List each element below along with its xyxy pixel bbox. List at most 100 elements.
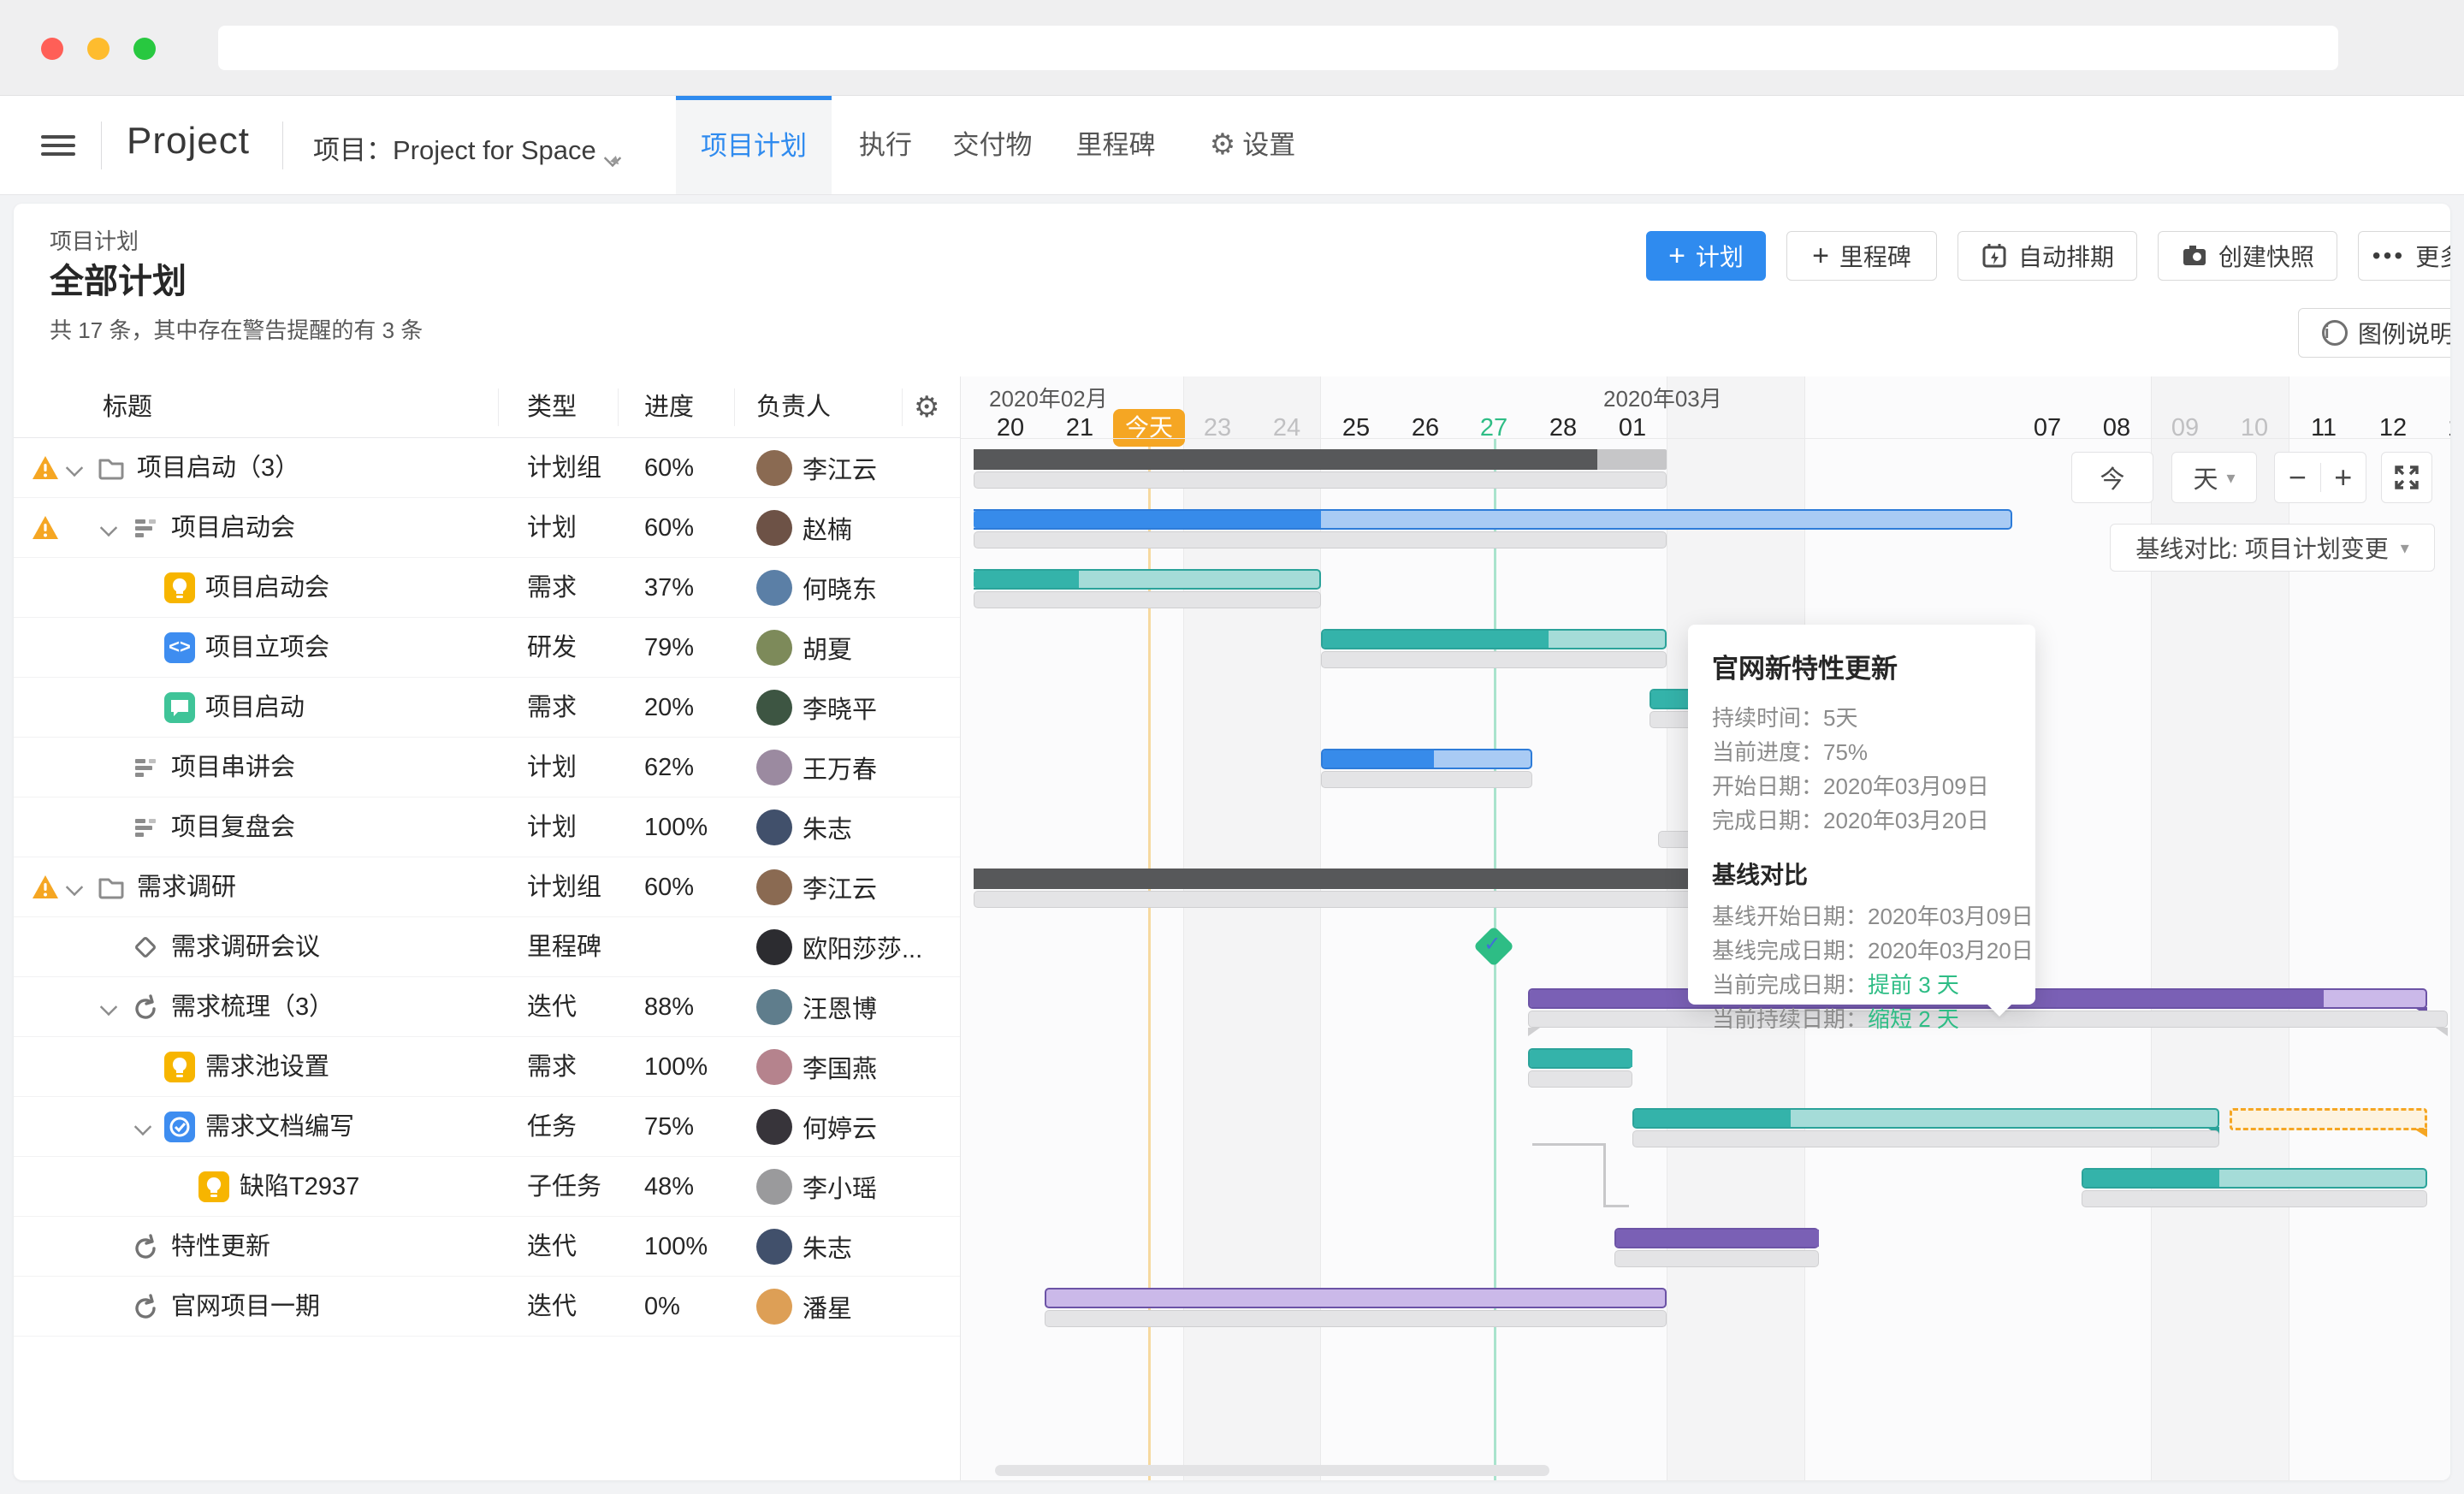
table-row[interactable]: 需求梳理（3）迭代88%汪恩博 [14,977,960,1037]
task-type: 需求 [527,558,577,618]
task-title[interactable]: 官网项目一期 [171,1277,320,1337]
gantt-bar[interactable] [1045,1288,1667,1308]
bar-progress [1634,1110,1791,1127]
task-title[interactable]: 缺陷T2937 [240,1157,359,1217]
tab-settings[interactable]: ⚙设置 [1193,96,1312,194]
avatar [756,809,792,845]
tab-deliverables[interactable]: 交付物 [948,96,1037,194]
tab-execute[interactable]: 执行 [856,96,915,194]
task-progress: 100% [644,1037,708,1097]
task-type: 计划 [527,797,577,857]
add-milestone-button[interactable]: +里程碑 [1786,231,1937,281]
menu-icon[interactable] [41,130,75,161]
table-settings-gear-icon[interactable]: ⚙ [914,376,939,438]
task-progress: 79% [644,618,694,678]
milestone-diamond[interactable]: ✓ [1473,926,1514,967]
owner-name: 朱志 [803,1229,852,1265]
task-title[interactable]: 需求调研 [137,857,236,917]
zoom-out-button[interactable]: − [2275,459,2320,495]
table-row[interactable]: 需求池设置需求100%李国燕 [14,1037,960,1097]
dependency-connector [1603,1143,1606,1205]
chevron-down-icon[interactable] [66,459,83,477]
tab-project-plan[interactable]: 项目计划 [676,96,832,194]
task-progress: 100% [644,797,708,857]
table-row[interactable]: 项目启动（3）计划组60%李江云 [14,438,960,498]
chevron-down-icon: ▾ [2226,467,2235,489]
table-row[interactable]: 项目启动会计划60%赵楠 [14,498,960,558]
chevron-down-icon[interactable] [134,1118,151,1135]
task-title[interactable]: 需求梳理（3） [171,977,334,1037]
zoom-in-button[interactable]: + [2320,459,2366,495]
table-row[interactable]: 需求文档编写任务75%何婷云 [14,1097,960,1157]
project-selector[interactable]: 项目：Project for Space▾ [313,128,596,167]
create-snapshot-button[interactable]: 创建快照 [2158,231,2337,281]
gantt-bar[interactable] [1528,1048,1632,1069]
table-row[interactable]: <>项目立项会研发79%胡夏 [14,618,960,678]
fullscreen-button[interactable] [2381,452,2432,503]
delay-warning-bar[interactable] [2230,1108,2427,1130]
gantt-bar[interactable] [1321,749,1532,769]
warning-icon [31,454,60,482]
task-title[interactable]: 项目串讲会 [171,738,295,797]
avatar [756,869,792,905]
task-title[interactable]: 特性更新 [171,1217,270,1277]
table-row[interactable]: 项目启动会 需求 37% 何晓东 [14,558,960,618]
table-row[interactable]: 特性更新 迭代 100% 朱志 [14,1217,960,1277]
gantt-bar[interactable] [1632,1108,2219,1129]
demand-icon [164,572,195,603]
warning-icon [31,874,60,901]
horizontal-scrollbar[interactable] [995,1465,1549,1476]
gantt-group-bar[interactable] [974,449,1667,470]
task-title[interactable]: 项目启动会 [205,558,329,618]
scale-select[interactable]: 天▾ [2171,452,2257,503]
window-close-button[interactable] [41,38,63,60]
gantt-bar[interactable] [1321,629,1667,649]
add-plan-button[interactable]: +计划 [1646,231,1766,281]
more-button[interactable]: •••更多 [2358,231,2450,281]
delay-warning-tail [2414,1129,2427,1137]
month-label: 2020年02月 [989,382,1108,413]
owner-name: 王万春 [803,750,877,786]
chevron-down-icon[interactable] [66,879,83,896]
task-title[interactable]: 项目复盘会 [171,797,295,857]
table-row[interactable]: 项目复盘会计划100%朱志 [14,797,960,857]
plan-icon [130,752,161,783]
table-row[interactable]: 项目串讲会计划62%王万春 [14,738,960,797]
task-type: 迭代 [527,1217,577,1277]
owner-name: 何晓东 [803,570,877,606]
iteration-icon [130,1231,161,1262]
gantt-bar[interactable] [1614,1228,1819,1248]
task-title[interactable]: 需求调研会议 [171,917,320,977]
task-title[interactable]: 项目立项会 [205,618,329,678]
task-title[interactable]: 需求池设置 [205,1037,329,1097]
avatar [756,690,792,726]
window-zoom-button[interactable] [133,38,156,60]
goto-today-button[interactable]: 今 [2071,452,2153,503]
window-minimize-button[interactable] [87,38,110,60]
table-row[interactable]: 需求调研会议里程碑欧阳莎莎... [14,917,960,977]
task-title[interactable]: 需求文档编写 [205,1097,354,1157]
owner-name: 李江云 [803,450,877,486]
task-title[interactable]: 项目启动会 [171,498,295,558]
task-progress: 37% [644,558,694,618]
ellipsis-icon: ••• [2372,242,2405,270]
tab-milestones[interactable]: 里程碑 [1071,96,1160,194]
address-bar[interactable] [218,26,2338,70]
table-row[interactable]: 缺陷T2937子任务48%李小瑶 [14,1157,960,1217]
chevron-down-icon[interactable] [100,999,117,1016]
camera-icon [2181,242,2208,270]
table-row[interactable]: 项目启动需求20%李晓平 [14,678,960,738]
gantt-bar[interactable] [974,509,2012,530]
chevron-down-icon[interactable] [100,519,117,537]
task-type: 迭代 [527,1277,577,1337]
auto-schedule-button[interactable]: 自动排期 [1958,231,2137,281]
task-progress: 100% [644,1217,708,1277]
baseline-compare-select[interactable]: 基线对比: 项目计划变更▾ [2110,524,2435,572]
gantt-bar[interactable] [2082,1168,2427,1189]
table-row[interactable]: 需求调研计划组60%李江云 [14,857,960,917]
task-title[interactable]: 项目启动（3） [137,438,299,498]
table-row[interactable]: 官网项目一期迭代0%潘星 [14,1277,960,1337]
legend-button[interactable]: i 图例说明 [2298,308,2450,358]
gantt-bar[interactable] [974,569,1321,590]
task-title[interactable]: 项目启动 [205,678,305,738]
